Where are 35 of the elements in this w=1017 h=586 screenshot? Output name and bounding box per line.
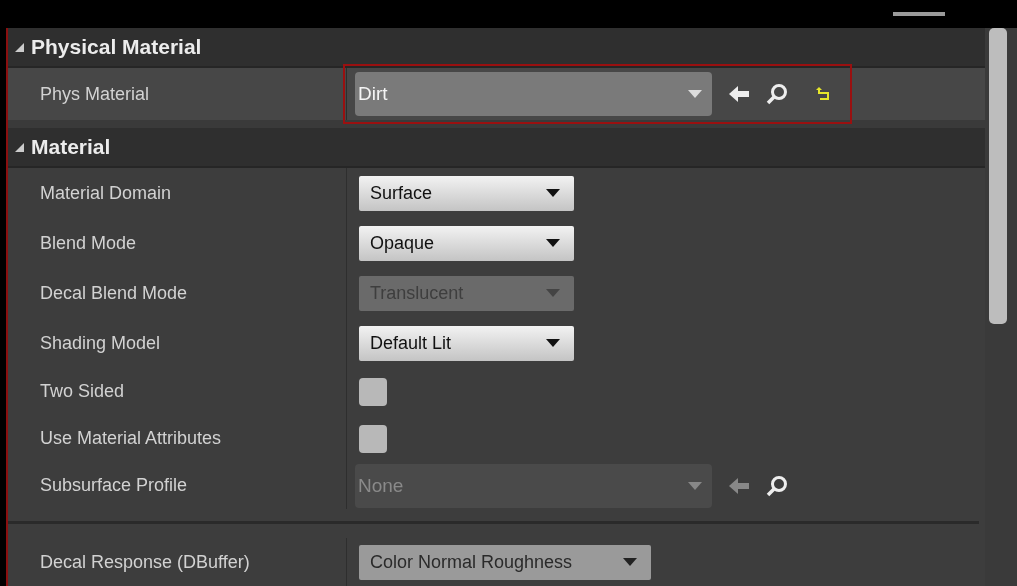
- category-header[interactable]: Material: [8, 128, 985, 168]
- tab-edge: [893, 12, 945, 16]
- dropdown[interactable]: Color Normal Roughness: [359, 544, 651, 580]
- property-label: Use Material Attributes: [40, 428, 222, 449]
- search-icon[interactable]: [766, 474, 788, 497]
- dropdown[interactable]: Opaque: [359, 225, 574, 261]
- asset-combo-box[interactable]: Dirt: [355, 72, 712, 116]
- checkbox[interactable]: [359, 377, 387, 406]
- property-label: Two Sided: [40, 381, 125, 402]
- category-title: Physical Material: [31, 35, 202, 59]
- search-icon[interactable]: [766, 83, 788, 105]
- expand-triangle-icon[interactable]: [14, 141, 25, 153]
- dropdown[interactable]: Default Lit: [359, 325, 574, 361]
- checkbox[interactable]: [359, 424, 387, 453]
- caret-icon: [688, 481, 702, 490]
- caret-icon: [688, 90, 702, 98]
- property-label: Phys Material: [40, 83, 150, 105]
- property-label: Subsurface Profile: [40, 475, 188, 496]
- property-label: Decal Response (DBuffer): [40, 551, 250, 573]
- caret-icon: [623, 558, 637, 566]
- caret-icon: [546, 339, 560, 347]
- property-label: Blend Mode: [40, 232, 137, 254]
- category-header[interactable]: Physical Material: [8, 28, 985, 68]
- scroll-thumb[interactable]: [989, 28, 1007, 324]
- dropdown[interactable]: Surface: [359, 175, 574, 211]
- caret-icon: [546, 289, 560, 297]
- caret-icon: [546, 239, 560, 247]
- left-arrow-icon[interactable]: [728, 84, 750, 104]
- expand-triangle-icon[interactable]: [14, 41, 25, 53]
- property-label: Shading Model: [40, 332, 161, 354]
- category-title: Material: [31, 135, 111, 159]
- caret-icon: [546, 189, 560, 197]
- property-label: Decal Blend Mode: [40, 282, 188, 304]
- property-label: Material Domain: [40, 182, 172, 204]
- reset-arrow-icon[interactable]: [816, 87, 830, 101]
